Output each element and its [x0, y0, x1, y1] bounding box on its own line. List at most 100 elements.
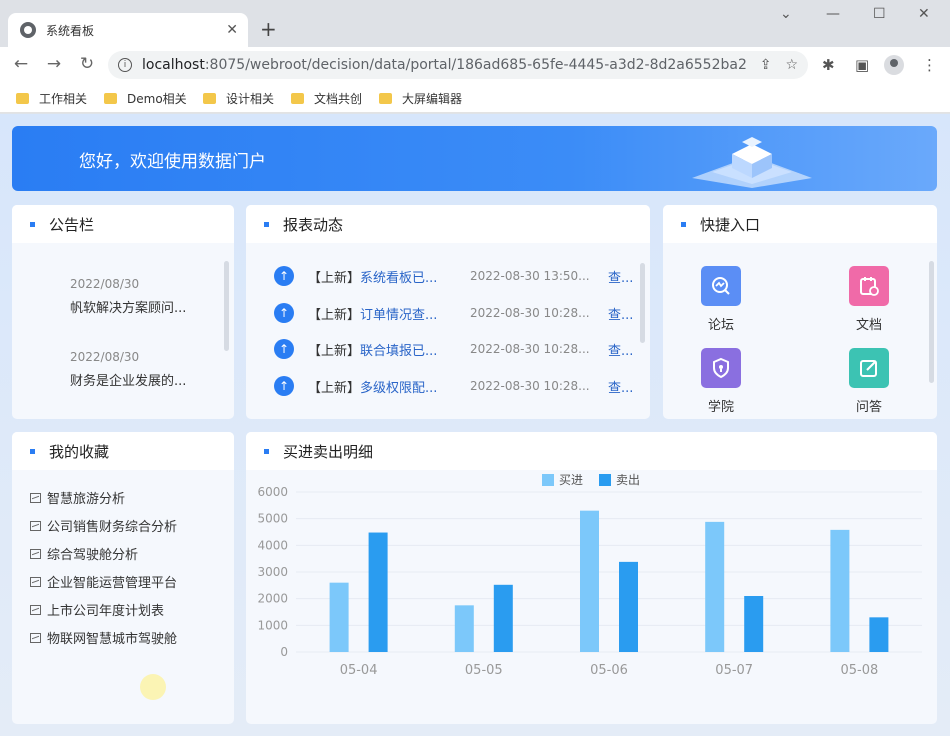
x-tick-label: 05-05: [465, 663, 503, 678]
report-time: 2022-08-30 10:28...: [470, 306, 590, 320]
favorite-item[interactable]: 综合驾驶舱分析: [30, 544, 138, 563]
forum-icon: [701, 266, 741, 306]
report-title[interactable]: 【上新】多级权限配...: [308, 377, 458, 396]
quick-entry-forum[interactable]: 论坛: [691, 266, 751, 333]
view-link[interactable]: 查...: [608, 377, 633, 396]
portal-page: 您好，欢迎使用数据门户 公告栏 2022/08/30 帆软解决方案顾问... 2…: [0, 114, 950, 736]
legend-label: 买进: [559, 473, 583, 487]
bookmark-item[interactable]: 工作相关: [16, 90, 87, 107]
line-chart-icon: [30, 492, 41, 503]
folder-icon: [104, 93, 117, 104]
bookmark-item[interactable]: 大屏编辑器: [379, 90, 462, 107]
tab-title: 系统看板: [46, 23, 95, 38]
report-title[interactable]: 【上新】系统看板已...: [308, 267, 458, 286]
shield-icon: [701, 348, 741, 388]
maximize-icon[interactable]: ☐: [873, 6, 886, 22]
trade-detail-title: 买进卖出明细: [283, 442, 374, 461]
bookmark-item[interactable]: 设计相关: [203, 90, 274, 107]
isometric-cube-illustration: [692, 137, 812, 188]
trade-bar-chart: 0 1000 2000 3000 4000 5000 6000 05-04 05-05 05-06…: [257, 473, 922, 678]
side-panel-icon[interactable]: ▣: [855, 56, 869, 74]
report-row[interactable]: ↑ 【上新】订单情况查... 2022-08-30 10:28... 查...: [274, 302, 634, 324]
welcome-text: 您好，欢迎使用数据门户: [79, 152, 266, 172]
bar-sell: [619, 561, 638, 652]
browser-tab[interactable]: 系统看板 ✕: [8, 13, 248, 47]
arrow-up-icon: ↑: [274, 303, 294, 323]
bookmark-item[interactable]: Demo相关: [104, 90, 187, 107]
report-title[interactable]: 【上新】联合填报已...: [308, 340, 458, 359]
extensions-icon[interactable]: ✱: [822, 56, 835, 74]
bookmark-item[interactable]: 文档共创: [291, 90, 362, 107]
report-time: 2022-08-30 10:28...: [470, 379, 590, 393]
profile-avatar[interactable]: [884, 55, 904, 75]
arrow-up-icon: ↑: [274, 266, 294, 286]
report-time: 2022-08-30 10:28...: [470, 342, 590, 356]
globe-icon: [20, 22, 36, 38]
card-header: 报表动态: [246, 205, 650, 243]
quick-entry-academy[interactable]: 学院: [691, 348, 751, 415]
report-row[interactable]: ↑ 【上新】联合填报已... 2022-08-30 10:28... 查...: [274, 338, 634, 360]
bar-sell: [493, 584, 513, 652]
folder-icon: [203, 93, 216, 104]
line-chart-icon: [30, 520, 41, 531]
info-icon[interactable]: i: [118, 58, 132, 72]
bar-sell: [368, 532, 388, 652]
y-tick-label: 0: [280, 645, 288, 659]
view-link[interactable]: 查...: [608, 340, 633, 359]
window-close-icon[interactable]: ✕: [918, 6, 930, 22]
new-tab-button[interactable]: +: [260, 18, 277, 40]
favorite-item[interactable]: 企业智能运营管理平台: [30, 572, 177, 591]
browser-titlebar: 系统看板 ✕ + ⌄ — ☐ ✕: [0, 0, 950, 47]
view-link[interactable]: 查...: [608, 304, 633, 323]
notice-board-card: 公告栏 2022/08/30 帆软解决方案顾问... 2022/08/30 财务…: [12, 205, 234, 419]
address-bar[interactable]: i localhost:8075/webroot/decision/data/p…: [108, 51, 808, 79]
report-row[interactable]: ↑ 【上新】多级权限配... 2022-08-30 10:28... 查...: [274, 375, 634, 397]
close-tab-icon[interactable]: ✕: [226, 22, 238, 38]
legend-swatch: [542, 474, 554, 486]
favorite-item[interactable]: 上市公司年度计划表: [30, 600, 164, 619]
x-tick-label: 05-07: [715, 663, 753, 678]
share-icon[interactable]: ⇪: [760, 57, 772, 73]
favorite-item[interactable]: 物联网智慧城市驾驶舱: [30, 628, 177, 647]
menu-dots-icon[interactable]: ⋮: [922, 56, 937, 74]
bar-buy: [830, 529, 850, 652]
y-tick-label: 5000: [257, 512, 288, 526]
quick-entry-qa[interactable]: 问答: [839, 348, 899, 415]
url-text: localhost:8075/webroot/decision/data/por…: [142, 57, 746, 73]
minimize-icon[interactable]: —: [826, 6, 840, 22]
notice-item[interactable]: 2022/08/30 帆软解决方案顾问...: [70, 277, 186, 316]
favorites-title: 我的收藏: [49, 442, 110, 461]
y-tick-label: 1000: [257, 618, 288, 632]
notice-board-title: 公告栏: [49, 215, 95, 234]
reload-icon[interactable]: ↻: [76, 54, 98, 74]
forward-icon[interactable]: →: [43, 54, 65, 74]
bar-sell: [869, 617, 889, 652]
quick-access-scrollbar[interactable]: [929, 261, 934, 383]
legend-swatch: [599, 474, 611, 486]
card-header: 买进卖出明细: [246, 432, 937, 470]
arrow-up-icon: ↑: [274, 376, 294, 396]
chevron-down-icon[interactable]: ⌄: [780, 6, 792, 22]
line-chart-icon: [30, 576, 41, 587]
star-icon[interactable]: ☆: [785, 57, 798, 73]
report-row[interactable]: ↑ 【上新】系统看板已... 2022-08-30 13:50... 查...: [274, 265, 634, 287]
quick-entry-docs[interactable]: 文档: [839, 266, 899, 333]
bar-buy: [454, 605, 474, 652]
trade-detail-card: 买进卖出明细 0 1000 2000 3000 4000 5000 6000 05-04 05-…: [246, 432, 937, 724]
report-title[interactable]: 【上新】订单情况查...: [308, 304, 458, 323]
notice-text: 财务是企业发展的...: [70, 374, 187, 389]
mouse-cursor-highlight: [140, 674, 166, 700]
favorites-card: 我的收藏 智慧旅游分析 公司销售财务综合分析 综合驾驶舱分析 企业智能运营管理平…: [12, 432, 234, 724]
report-scrollbar[interactable]: [640, 263, 645, 343]
back-icon[interactable]: ←: [10, 54, 32, 74]
notice-scrollbar[interactable]: [224, 261, 229, 351]
view-link[interactable]: 查...: [608, 267, 633, 286]
edit-icon: [849, 348, 889, 388]
favorite-item[interactable]: 公司销售财务综合分析: [30, 516, 177, 535]
notice-text: 帆软解决方案顾问...: [70, 301, 187, 316]
notice-item[interactable]: 2022/08/30 财务是企业发展的...: [70, 350, 186, 389]
favorite-item[interactable]: 智慧旅游分析: [30, 488, 125, 507]
welcome-banner: 您好，欢迎使用数据门户: [12, 126, 937, 191]
quick-entry-label: 文档: [855, 318, 882, 333]
folder-icon: [16, 93, 29, 104]
